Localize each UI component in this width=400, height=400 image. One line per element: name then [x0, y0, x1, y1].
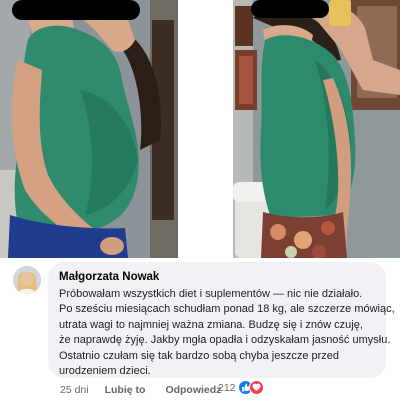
like-button[interactable]: Lubię to [105, 384, 146, 396]
comment-text-line: Po sześciu miesiącach schudłam ponad 18 … [59, 303, 395, 316]
reply-button[interactable]: Odpowiedz [165, 384, 221, 396]
comment-text-line: utrata wagi to najmniej ważna zmiana. Bu… [59, 318, 363, 331]
comment-text-line: że naprawdę żyję. Jakby mgła opadła i od… [59, 334, 391, 347]
comment-author[interactable]: Małgorzata Nowak [59, 270, 375, 284]
avatar[interactable] [13, 266, 41, 294]
comment-timestamp[interactable]: 25 dni [60, 384, 89, 396]
comment-text-line: Ostatnio czułam się tak bardzo sobą chyb… [59, 349, 340, 362]
comment-text-line: Próbowałam wszystkich diet i suplementów… [59, 288, 363, 300]
reaction-count: 212 [218, 381, 236, 394]
comment-bubble: Małgorzata Nowak Próbowałam wszystkich d… [48, 262, 395, 378]
after-photo [233, 0, 400, 258]
avatar-image [13, 266, 41, 294]
before-photo [0, 0, 178, 258]
comment-actions: 25 dni Lubię to Odpowiedz [60, 382, 241, 398]
comment: Małgorzata Nowak Próbowałam wszystkich d… [0, 258, 400, 400]
reaction-summary[interactable]: 212 [218, 380, 264, 395]
love-icon [248, 380, 264, 395]
comment-text-line: urodzeniem dzieci. [59, 365, 151, 378]
